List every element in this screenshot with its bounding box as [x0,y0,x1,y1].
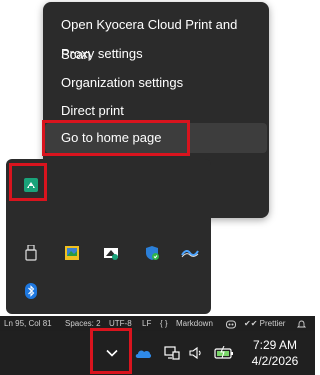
usb-drive-icon[interactable] [17,239,45,267]
status-eol[interactable]: LF [142,316,151,331]
battery-charging-icon[interactable] [212,341,236,365]
kyocera-app-icon[interactable] [17,171,45,199]
volume-icon[interactable] [186,343,206,363]
menu-item-proxy-settings[interactable]: Proxy settings [45,39,267,69]
prettier-status[interactable]: ✔✔ Prettier [244,316,285,331]
status-encoding[interactable]: UTF-8 [109,316,132,331]
menu-item-go-to-home-page[interactable]: Go to home page [45,123,267,153]
clock-date: 4/2/2026 [251,354,299,368]
printer-app-icon[interactable] [97,239,125,267]
photo-app-icon[interactable] [58,239,86,267]
taskbar-clock[interactable]: 7:29 AM 4/2/2026 [240,337,310,369]
network-icon[interactable] [162,343,182,363]
windows-taskbar: 7:29 AM 4/2/2026 [0,331,315,375]
status-braces[interactable]: { } [160,316,168,331]
menu-item-organization-settings[interactable]: Organization settings [45,68,267,98]
editor-status-bar: Ln 95, Col 81 Spaces: 2 UTF-8 LF { } Mar… [0,316,315,331]
status-indentation[interactable]: Spaces: 2 [65,316,101,331]
status-language[interactable]: Markdown [176,316,213,331]
wave-app-icon[interactable] [176,239,204,267]
menu-item-open-kyocera[interactable]: Open Kyocera Cloud Print and Scan [45,10,267,62]
status-cursor-position[interactable]: Ln 95, Col 81 [4,316,52,331]
bluetooth-icon[interactable] [17,277,45,305]
menu-item-direct-print[interactable]: Direct print [45,96,267,126]
prettier-label: Prettier [259,319,286,328]
tray-overflow-flyout [6,159,211,314]
windows-security-icon[interactable] [138,239,166,267]
onedrive-icon[interactable] [133,343,153,363]
clock-time: 7:29 AM [252,338,298,352]
show-hidden-icons-button[interactable] [97,339,127,367]
